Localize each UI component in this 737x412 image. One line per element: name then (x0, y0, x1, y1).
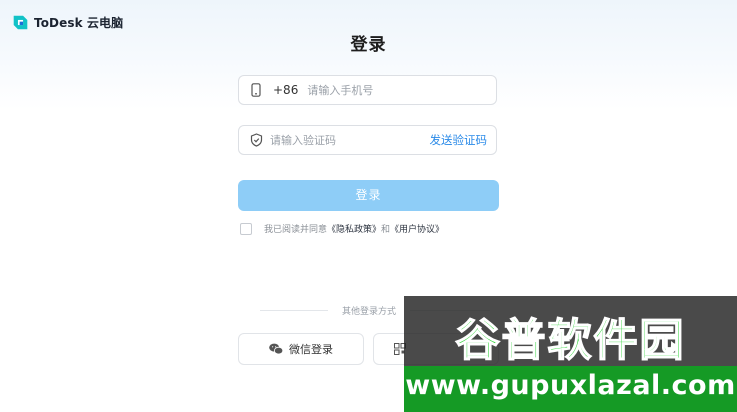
agreement-text: 我已阅读并同意《隐私政策》和《用户协议》 (264, 222, 444, 235)
agreement-conjunction: 和 (381, 225, 391, 235)
user-agreement-link[interactable]: 《用户协议》 (390, 225, 444, 235)
watermark-url: www.gupuxlazal.com (405, 370, 736, 401)
wechat-login-label: 微信登录 (289, 343, 333, 356)
other-login-label: 其他登录方式 (341, 307, 396, 317)
wechat-login-button[interactable]: 微信登录 (238, 333, 364, 365)
watermark-banner: 谷普软件园 www.gupuxlazal.com (404, 296, 737, 412)
send-code-button[interactable]: 发送验证码 (430, 132, 488, 148)
watermark-title: 谷普软件园 (455, 314, 686, 367)
phone-icon (248, 82, 264, 98)
verification-code-field[interactable]: 发送验证码 (238, 125, 497, 155)
verification-code-input[interactable] (270, 133, 430, 147)
wechat-icon (269, 343, 283, 355)
phone-field[interactable]: +86 (238, 75, 497, 105)
privacy-policy-link[interactable]: 《隐私政策》 (327, 225, 381, 235)
login-button[interactable]: 登录 (238, 180, 499, 211)
agreement-checkbox[interactable] (240, 222, 252, 235)
todesk-logo-icon (13, 15, 28, 30)
country-code-selector[interactable]: +86 (273, 83, 298, 97)
agreement-prefix: 我已阅读并同意 (264, 225, 328, 235)
agreement-row: 我已阅读并同意《隐私政策》和《用户协议》 (240, 222, 444, 235)
app-logo: ToDesk 云电脑 (12, 14, 123, 31)
page-title: 登录 (350, 35, 387, 55)
phone-input[interactable] (307, 83, 496, 97)
app-name: ToDesk 云电脑 (34, 16, 124, 30)
shield-icon (248, 132, 264, 148)
divider-left (260, 310, 328, 311)
